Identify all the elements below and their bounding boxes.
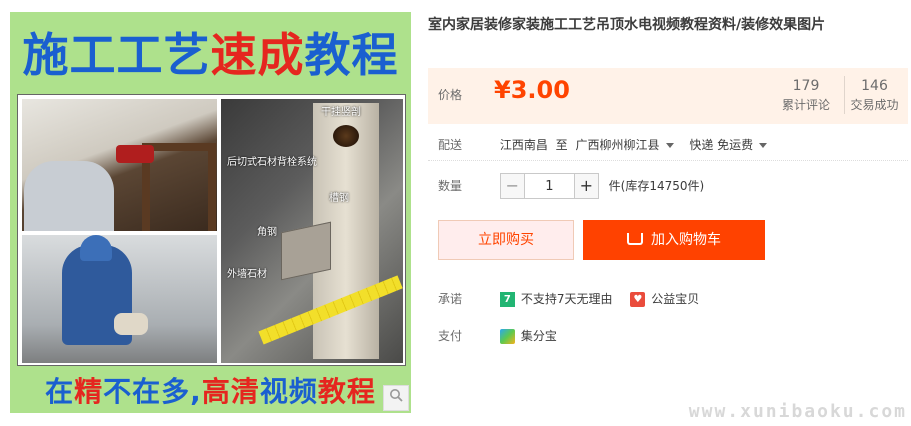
seven-day-icon: 7 [499,292,515,307]
stock-info: 件(库存14750件) [608,178,705,193]
chevron-down-icon [665,143,674,148]
banner-bottom-text: 在 [45,375,75,408]
photo-label: 干挂竖剖 [321,107,361,118]
price-label: 价格 [438,88,463,102]
shipping-method-select[interactable]: 快递 免运费 [689,138,768,152]
promise-text: 公益宝贝 [651,292,700,306]
photo-collage: 干挂竖剖 后切式石材背栓系统 槽钢 角钢 外墙石材 [17,94,406,366]
image-banner-top: 施工工艺速成教程 [10,20,411,90]
photo-label: 外墙石材 [227,269,267,280]
payment-row: 支付 集分宝 [438,327,557,344]
shipping-label: 配送 [438,138,463,152]
add-to-cart-button[interactable]: 加入购物车 [583,220,765,260]
banner-bottom-text: 精 [74,375,104,408]
quantity-stepper: − + [499,173,599,199]
shipping-destination-select[interactable]: 广西柳州柳江县 [576,138,674,152]
shipping-from: 江西南昌 [499,138,548,152]
promise-item-no-return[interactable]: 7 不支持7天无理由 [499,292,613,307]
jifenbao-icon [499,329,515,344]
quantity-decrease-button[interactable]: − [499,173,525,199]
banner-bottom-text: 视频 [259,375,318,408]
quantity-increase-button[interactable]: + [573,173,599,199]
shipping-destination: 广西柳州柳江县 [575,138,660,152]
photo-label: 角钢 [257,227,277,238]
price-value: ¥3.00 [494,76,570,104]
promise-text: 不支持7天无理由 [520,292,613,306]
quantity-label: 数量 [438,178,463,193]
banner-text-2: 速成 [210,28,305,82]
promise-item-charity[interactable]: ♥ 公益宝贝 [630,292,700,307]
chevron-down-icon [759,143,768,148]
product-title: 室内家居装修家装施工工艺吊顶水电视频教程资料/装修效果图片 [428,17,826,33]
sales-count: 146 [861,78,888,94]
shipping-to-word: 至 [555,138,568,152]
banner-bottom-text: 教程 [317,375,376,408]
quantity-row: 数量 − + 件(库存14750件) [438,173,704,199]
price-panel: 价格 ¥3.00 179 累计评论 146 交易成功 [428,68,908,124]
promise-label: 承诺 [438,292,463,306]
photo-drilling-worker [22,99,217,231]
quantity-input[interactable] [524,173,574,199]
photo-label: 槽钢 [329,193,349,204]
add-to-cart-label: 加入购物车 [651,232,721,248]
search-icon[interactable] [383,385,409,411]
shipping-row: 配送 江西南昌 至 广西柳州柳江县 快递 免运费 [438,136,768,153]
product-image-gallery[interactable]: 施工工艺速成教程 干挂竖剖 后切式石材背栓系统 槽钢 角钢 外墙石材 在精不在多… [10,12,411,413]
banner-text-1: 施工工艺 [22,28,211,82]
banner-text-3: 教程 [304,28,399,82]
divider [428,160,908,161]
shipping-method: 快递 免运费 [689,138,754,152]
payment-text: 集分宝 [520,329,557,343]
image-banner-bottom: 在精不在多,高清视频教程 [10,372,411,412]
cart-icon [627,233,643,245]
banner-bottom-text: 不在多, [103,375,202,408]
photo-tiling-worker [22,235,217,363]
photo-stone-bracket: 干挂竖剖 后切式石材背栓系统 槽钢 角钢 外墙石材 [221,99,403,363]
reviews-label: 累计评论 [781,98,830,112]
promise-row: 承诺 7 不支持7天无理由 ♥ 公益宝贝 [438,290,699,307]
photo-label: 后切式石材背栓系统 [227,157,317,168]
watermark: www.xunibaoku.com [688,401,907,422]
buy-now-button[interactable]: 立即购买 [438,220,574,260]
banner-bottom-text: 高清 [201,375,260,408]
charity-gift-icon: ♥ [630,292,646,307]
reviews-stat[interactable]: 179 累计评论 [778,76,834,114]
reviews-count: 179 [792,78,820,94]
sales-label: 交易成功 [850,98,899,112]
payment-item-jifenbao[interactable]: 集分宝 [499,329,557,344]
sales-stat: 146 交易成功 [844,76,904,114]
payment-label: 支付 [438,329,463,343]
